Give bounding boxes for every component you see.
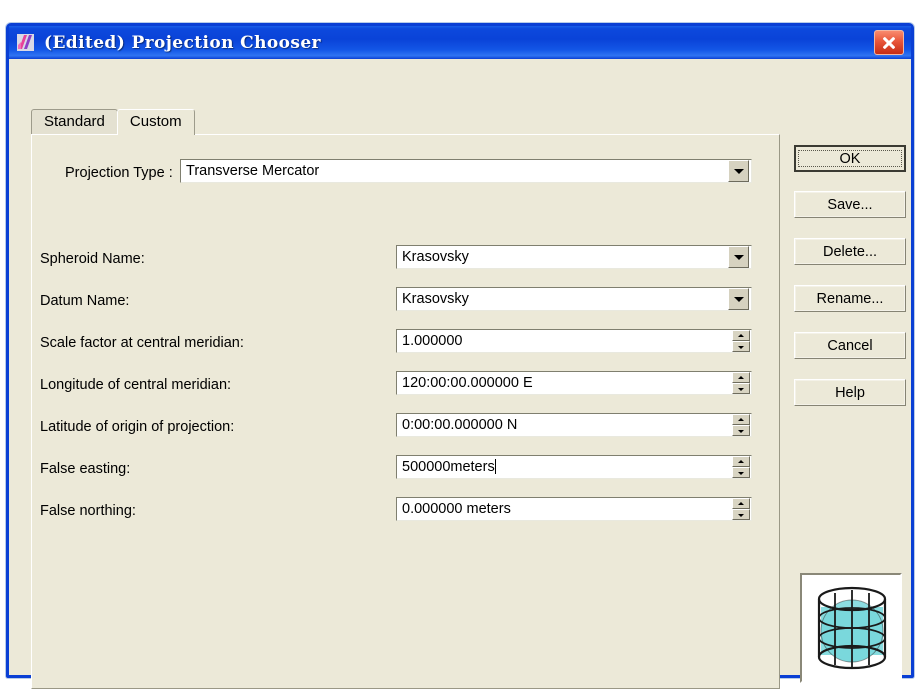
- text-caret: [494, 459, 496, 474]
- spheroid-name-combobox[interactable]: Krasovsky: [396, 245, 752, 269]
- close-icon[interactable]: [874, 30, 904, 55]
- latitude-origin-label: Latitude of origin of projection:: [40, 419, 235, 435]
- latitude-origin-spinner[interactable]: 0:00:00.000000 N: [396, 413, 752, 437]
- false-easting-input[interactable]: 500000meters: [396, 455, 752, 479]
- spinner-down-icon[interactable]: [732, 425, 750, 436]
- spinner-arrows-icon[interactable]: [732, 414, 750, 436]
- projection-type-value: Transverse Mercator: [186, 163, 320, 179]
- false-northing-label: False northing:: [40, 503, 136, 519]
- spinner-arrows-icon[interactable]: [732, 498, 750, 520]
- latitude-origin-value: 0:00:00.000000 N: [402, 417, 518, 433]
- chevron-down-icon[interactable]: [728, 288, 749, 310]
- spinner-up-icon[interactable]: [732, 330, 750, 341]
- cylindrical-projection-icon: [800, 573, 902, 683]
- spinner-down-icon[interactable]: [732, 509, 750, 520]
- scale-factor-spinner[interactable]: 1.000000: [396, 329, 752, 353]
- spinner-up-icon[interactable]: [732, 372, 750, 383]
- projection-type-label: Projection Type :: [65, 165, 173, 181]
- spinner-up-icon[interactable]: [732, 498, 750, 509]
- chevron-down-icon[interactable]: [728, 160, 749, 182]
- projection-type-combobox[interactable]: Transverse Mercator: [180, 159, 752, 183]
- rename-button[interactable]: Rename...: [794, 285, 906, 312]
- spinner-up-icon[interactable]: [732, 456, 750, 467]
- save-button[interactable]: Save...: [794, 191, 906, 218]
- scale-factor-label: Scale factor at central meridian:: [40, 335, 244, 351]
- false-easting-value: 500000meters: [402, 459, 496, 475]
- datum-name-value: Krasovsky: [402, 291, 469, 307]
- spinner-down-icon[interactable]: [732, 383, 750, 394]
- window-title: (Edited) Projection Chooser: [44, 32, 321, 53]
- false-northing-value: 0.000000 meters: [402, 501, 511, 517]
- tab-custom[interactable]: Custom: [116, 109, 195, 135]
- spinner-arrows-icon[interactable]: [732, 330, 750, 352]
- cancel-button[interactable]: Cancel: [794, 332, 906, 359]
- chevron-down-icon[interactable]: [728, 246, 749, 268]
- app-icon: [16, 33, 35, 52]
- spheroid-name-value: Krasovsky: [402, 249, 469, 265]
- projection-chooser-dialog: (Edited) Projection Chooser Standard Cus…: [6, 23, 914, 689]
- spinner-up-icon[interactable]: [732, 414, 750, 425]
- datum-name-label: Datum Name:: [40, 293, 130, 309]
- ok-button[interactable]: OK: [794, 145, 906, 172]
- longitude-central-meridian-value: 120:00:00.000000 E: [402, 375, 533, 391]
- false-northing-spinner[interactable]: 0.000000 meters: [396, 497, 752, 521]
- delete-button[interactable]: Delete...: [794, 238, 906, 265]
- spinner-down-icon[interactable]: [732, 341, 750, 352]
- spinner-arrows-icon[interactable]: [732, 456, 750, 478]
- ok-button-label: OK: [798, 150, 902, 167]
- help-button[interactable]: Help: [794, 379, 906, 406]
- tab-strip: Standard Custom: [31, 109, 195, 135]
- spinner-arrows-icon[interactable]: [732, 372, 750, 394]
- spheroid-name-label: Spheroid Name:: [40, 251, 145, 267]
- spinner-down-icon[interactable]: [732, 467, 750, 478]
- datum-name-combobox[interactable]: Krasovsky: [396, 287, 752, 311]
- longitude-central-meridian-label: Longitude of central meridian:: [40, 377, 232, 393]
- false-easting-label: False easting:: [40, 461, 131, 477]
- scale-factor-value: 1.000000: [402, 333, 463, 349]
- longitude-central-meridian-spinner[interactable]: 120:00:00.000000 E: [396, 371, 752, 395]
- custom-tab-panel: Projection Type : Transverse Mercator Sp…: [31, 134, 780, 689]
- tab-standard[interactable]: Standard: [31, 109, 118, 134]
- dialog-client-area: Standard Custom Projection Type : Transv…: [9, 59, 911, 689]
- title-bar[interactable]: (Edited) Projection Chooser: [9, 26, 911, 59]
